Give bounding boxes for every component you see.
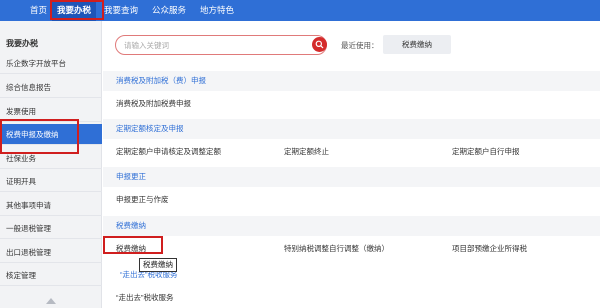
sidebar-item-certificate[interactable]: 证明开具 bbox=[0, 171, 102, 192]
nav-query[interactable]: 我要查询 bbox=[104, 0, 138, 21]
tooltip: 税费缴纳 bbox=[139, 258, 177, 272]
highlight-box-tax-payment bbox=[103, 236, 163, 254]
main-content: 最近使用： 税费缴纳 消费税及附加税（费）申报 消费税及附加税费申报 定期定额核… bbox=[103, 21, 600, 308]
section-header-tax-payment: 税费缴纳 bbox=[103, 216, 600, 236]
link-filing-correction[interactable]: 申报更正与作废 bbox=[116, 194, 169, 205]
sidebar: 我要办税 乐企数字开放平台 综合信息报告 发票使用 税费申报及缴纳 社保业务 证… bbox=[0, 21, 102, 308]
nav-local-features[interactable]: 地方特色 bbox=[200, 0, 234, 21]
sidebar-item-export-refund[interactable]: 出口退税管理 bbox=[0, 242, 102, 263]
sidebar-item-assessment[interactable]: 核定管理 bbox=[0, 265, 102, 286]
search-box bbox=[115, 35, 327, 55]
section-header-fixed-quota: 定期定额核定及申报 bbox=[103, 119, 600, 139]
highlight-box-sidebar bbox=[0, 119, 79, 154]
link-project-prepay-income-tax[interactable]: 项目部预缴企业所得税 bbox=[452, 243, 527, 254]
search-input[interactable] bbox=[124, 39, 304, 52]
section-header-consumption-tax: 消费税及附加税（费）申报 bbox=[103, 71, 600, 91]
sidebar-item-leqi-platform[interactable]: 乐企数字开放平台 bbox=[0, 53, 102, 74]
sidebar-title: 我要办税 bbox=[6, 39, 38, 48]
recent-use-tag[interactable]: 税费缴纳 bbox=[383, 35, 451, 54]
link-going-out-service[interactable]: “走出去”税收服务 bbox=[116, 292, 174, 303]
link-consumption-tax-filing[interactable]: 消费税及附加税费申报 bbox=[116, 98, 191, 109]
sidebar-item-general-refund[interactable]: 一般退税管理 bbox=[0, 218, 102, 239]
sidebar-item-other-application[interactable]: 其他事项申请 bbox=[0, 195, 102, 216]
scroll-up-arrow-icon[interactable] bbox=[46, 298, 56, 304]
link-fixed-quota-terminate[interactable]: 定期定额终止 bbox=[284, 146, 329, 157]
link-fixed-quota-self-filing[interactable]: 定期定额户自行申报 bbox=[452, 146, 520, 157]
link-special-tax-adjustment[interactable]: 特别纳税调整自行调整（缴纳） bbox=[284, 243, 389, 254]
highlight-box-nav bbox=[50, 0, 104, 20]
link-fixed-quota-apply[interactable]: 定期定额户申请核定及调整定额 bbox=[116, 146, 221, 157]
recent-use-label: 最近使用： bbox=[341, 41, 379, 50]
nav-home[interactable]: 首页 bbox=[30, 0, 47, 21]
section-header-filing-correction: 申报更正 bbox=[103, 167, 600, 187]
search-icon bbox=[315, 40, 324, 49]
search-button[interactable] bbox=[312, 37, 327, 52]
sidebar-item-info-report[interactable]: 综合信息报告 bbox=[0, 77, 102, 98]
nav-public-service[interactable]: 公众服务 bbox=[152, 0, 186, 21]
